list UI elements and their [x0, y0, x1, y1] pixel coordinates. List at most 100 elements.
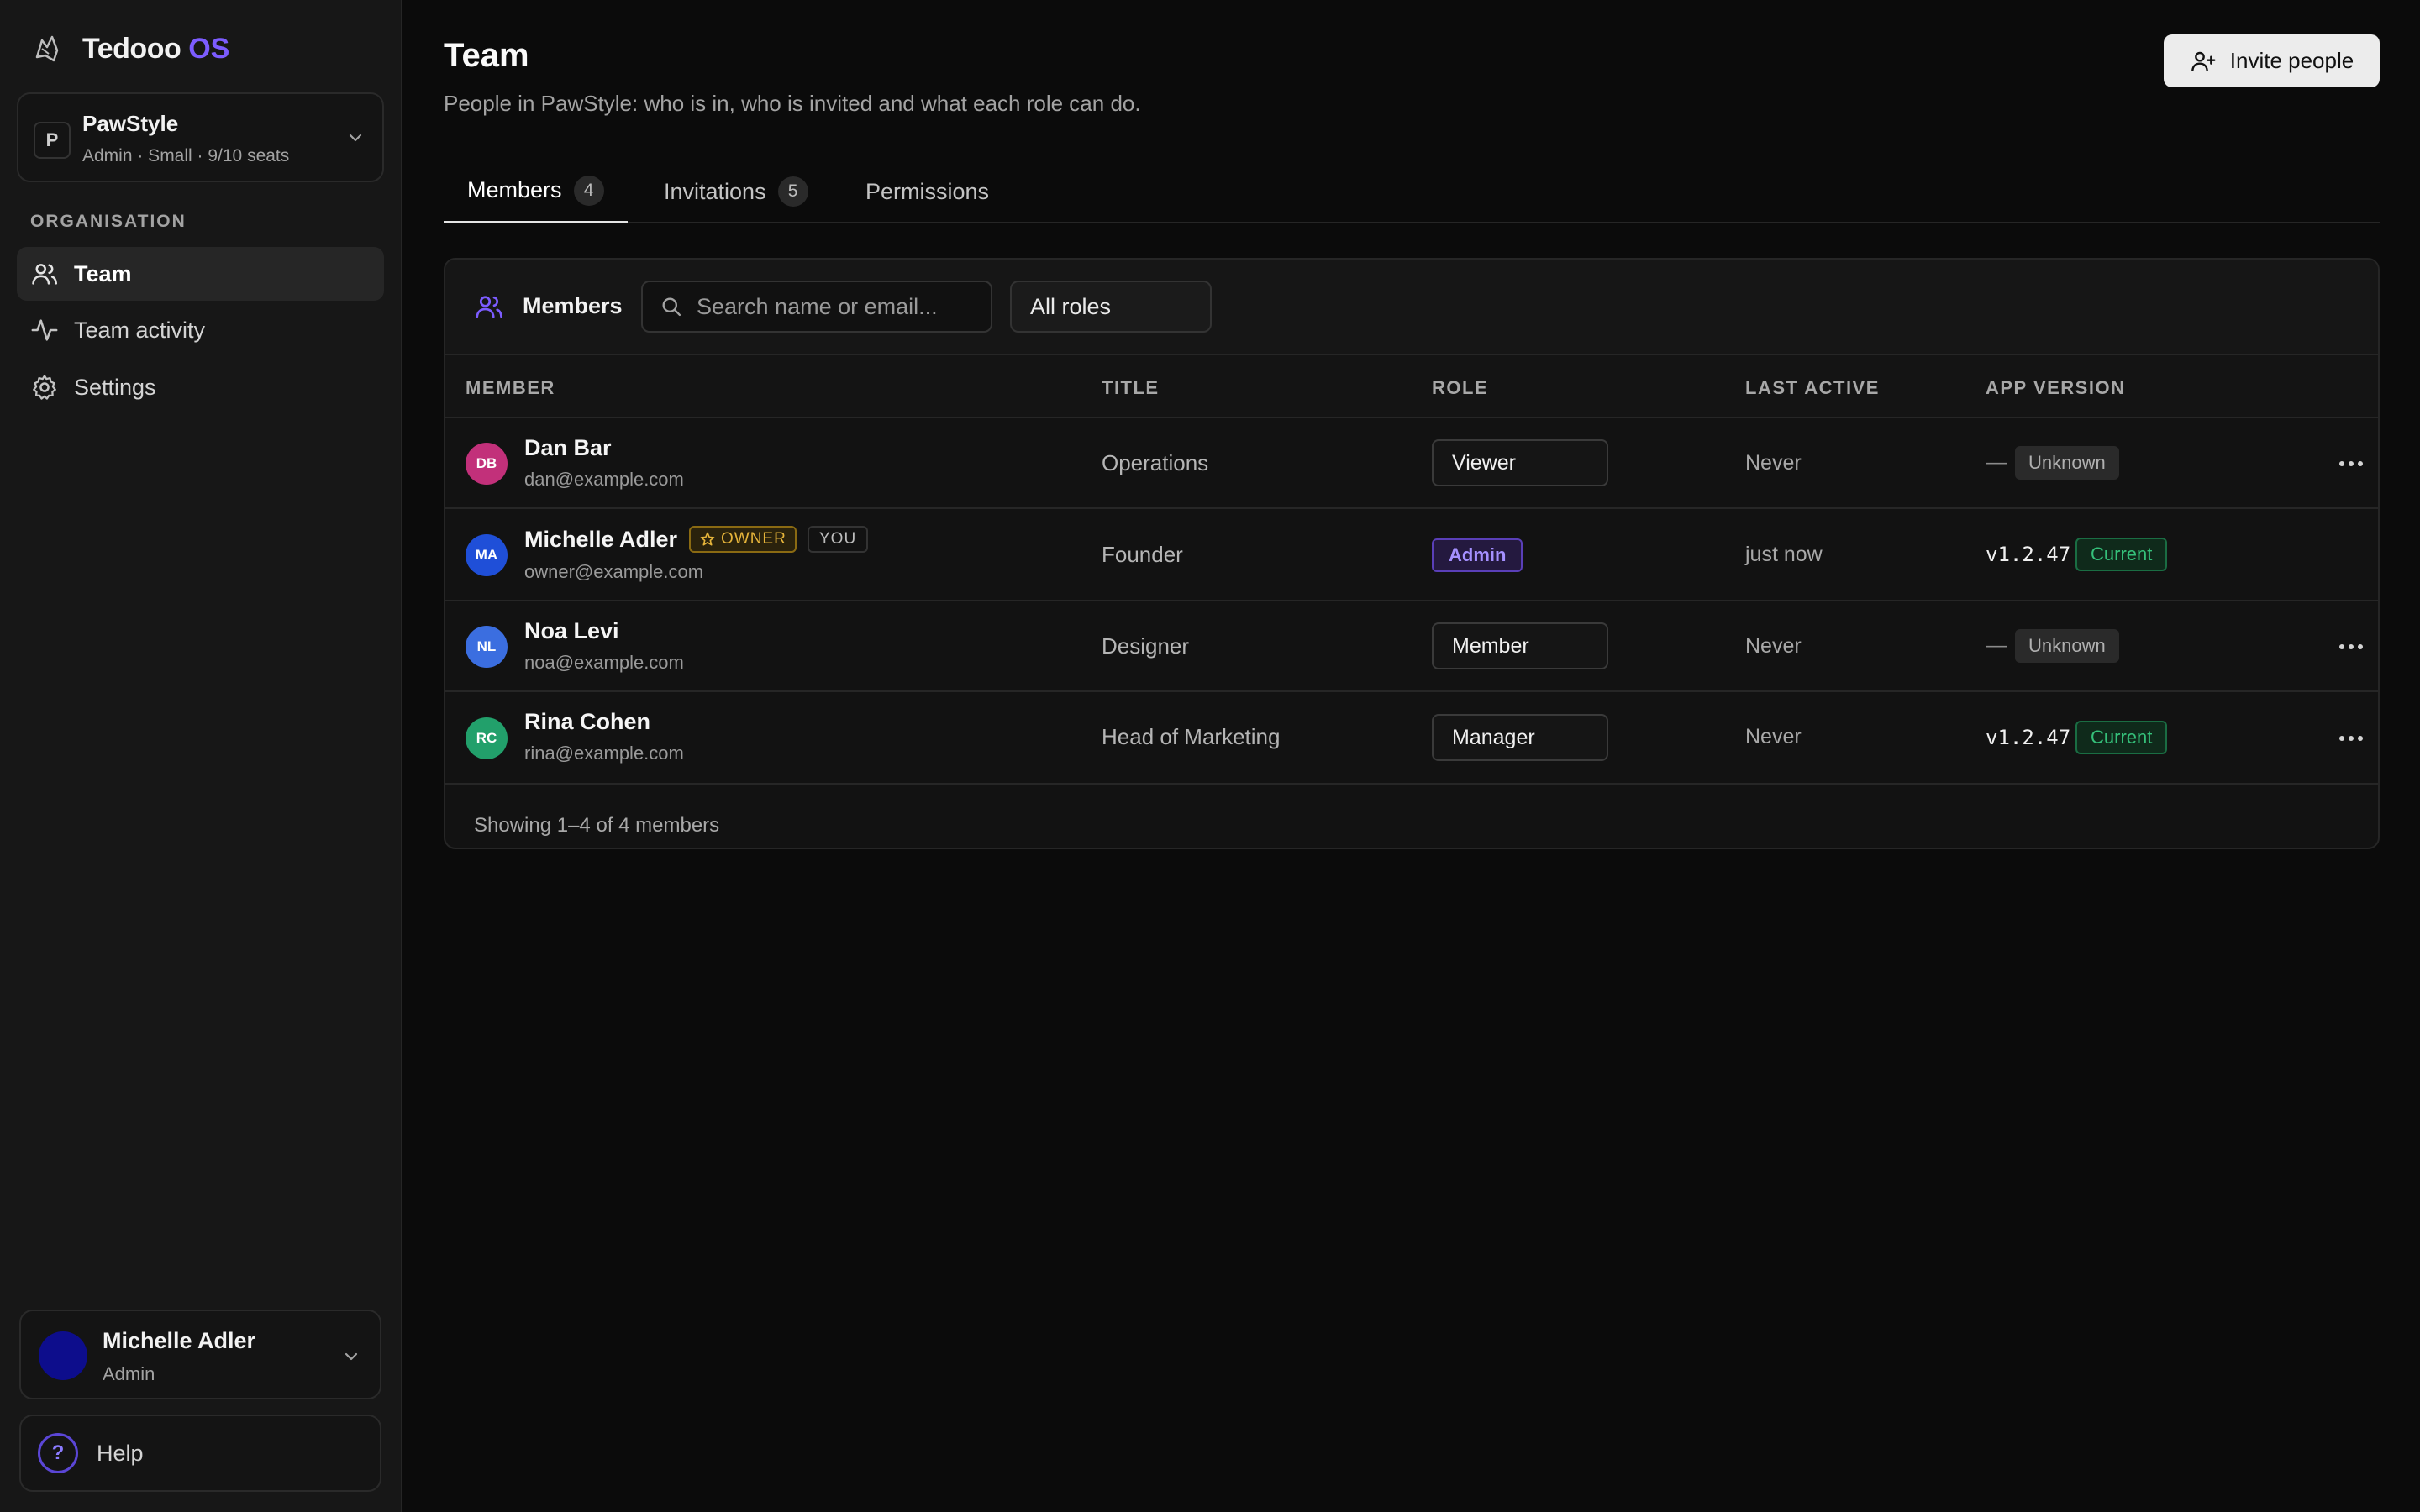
- help-label: Help: [97, 1440, 144, 1466]
- page-subtitle: People in PawStyle: who is in, who is in…: [444, 91, 1141, 116]
- invite-people-button[interactable]: Invite people: [2164, 34, 2380, 87]
- brand-suffix: OS: [188, 32, 230, 65]
- sidebar-item-team[interactable]: Team: [17, 247, 384, 301]
- owner-badge-label: OWNER: [721, 530, 786, 548]
- table-row[interactable]: DB Dan Bar dan@example.com Operations Vi…: [445, 418, 2378, 509]
- row-actions-button[interactable]: [2334, 722, 2368, 755]
- sidebar: Tedooo OS P PawStyle Admin · Small · 9/1…: [0, 0, 402, 1512]
- member-email: rina@example.com: [524, 743, 684, 764]
- member-title: Designer: [1102, 633, 1190, 659]
- sidebar-item-settings[interactable]: Settings: [17, 360, 384, 414]
- chevron-down-icon: [349, 134, 362, 142]
- user-menu[interactable]: Michelle Adler Admin: [19, 1310, 381, 1399]
- avatar: [39, 1331, 87, 1380]
- more-horizontal-icon: [2339, 736, 2363, 741]
- you-badge: YOU: [808, 526, 869, 553]
- last-active: Never: [1745, 451, 1802, 475]
- org-letter-avatar: P: [34, 122, 71, 159]
- members-toolbar: Members All roles: [445, 260, 2378, 355]
- table-row[interactable]: NL Noa Levi noa@example.com Designer Mem…: [445, 601, 2378, 692]
- version-status-badge: Unknown: [2015, 446, 2119, 480]
- member-name: Rina Cohen: [524, 709, 651, 734]
- search-icon: [662, 297, 681, 317]
- members-card: Members All roles MEMBER TITLE ROLE LAST…: [444, 258, 2380, 849]
- tab-count: 5: [777, 176, 808, 207]
- org-name: PawStyle: [82, 111, 179, 136]
- org-switcher[interactable]: P PawStyle Admin · Small · 9/10 seats: [17, 92, 384, 182]
- role-select[interactable]: Viewer: [1432, 439, 1608, 486]
- role-filter-select[interactable]: All roles: [1010, 281, 1212, 333]
- member-name: Dan Bar: [524, 435, 612, 460]
- section-label-organisation: ORGANISATION: [30, 212, 187, 231]
- tab-count: 4: [573, 175, 604, 206]
- table-row[interactable]: RC Rina Cohen rina@example.com Head of M…: [445, 692, 2378, 785]
- last-active: Never: [1745, 725, 1802, 748]
- users-icon: [476, 296, 502, 318]
- member-name: Noa Levi: [524, 618, 619, 643]
- chevron-down-icon: [345, 1352, 358, 1361]
- role-select[interactable]: Manager: [1432, 714, 1608, 761]
- member-title: Head of Marketing: [1102, 724, 1281, 749]
- version-dash: —: [1986, 633, 2007, 657]
- member-title: Operations: [1102, 450, 1209, 475]
- version-status-badge: Current: [2075, 721, 2168, 754]
- owner-badge: OWNER: [689, 526, 797, 553]
- members-heading: Members: [523, 293, 623, 318]
- more-horizontal-icon: [2339, 461, 2363, 466]
- column-header-title[interactable]: TITLE: [1102, 377, 1160, 399]
- pagination-summary: Showing 1–4 of 4 members: [474, 814, 720, 837]
- brand-name: Tedooo: [82, 32, 182, 65]
- version-status-badge: Current: [2075, 538, 2168, 571]
- search-box: [641, 281, 992, 333]
- user-name: Michelle Adler: [103, 1328, 256, 1353]
- avatar: RC: [466, 717, 508, 759]
- org-details: Admin · Small · 9/10 seats: [82, 146, 290, 165]
- avatar: DB: [466, 443, 508, 485]
- role-badge-admin: Admin: [1432, 538, 1523, 572]
- version-status-badge: Unknown: [2015, 629, 2119, 663]
- member-email: noa@example.com: [524, 652, 684, 673]
- more-horizontal-icon: [2339, 644, 2363, 649]
- app-version: v1.2.47: [1986, 543, 2071, 566]
- user-role: Admin: [103, 1363, 155, 1384]
- tab-invitations[interactable]: Invitations 5: [640, 160, 832, 223]
- activity-icon: [31, 319, 58, 341]
- member-email: dan@example.com: [524, 469, 684, 490]
- last-active: Never: [1745, 634, 1802, 658]
- row-actions-button[interactable]: [2334, 630, 2368, 664]
- tab-permissions[interactable]: Permissions: [842, 160, 1013, 223]
- column-header-app-version[interactable]: APP VERSION: [1986, 377, 2125, 399]
- help-button[interactable]: ? Help: [19, 1415, 381, 1492]
- help-icon: ?: [38, 1433, 78, 1473]
- tab-label: Invitations: [664, 178, 766, 204]
- star-icon: [700, 532, 715, 546]
- search-input[interactable]: [697, 293, 982, 320]
- table-row[interactable]: MA Michelle Adler OWNER YOU owner@exampl…: [445, 509, 2378, 601]
- invite-people-label: Invite people: [2229, 48, 2354, 73]
- role-select[interactable]: Member: [1432, 622, 1608, 669]
- table-header: MEMBER TITLE ROLE LAST ACTIVE APP VERSIO…: [445, 355, 2378, 418]
- tab-label: Permissions: [865, 178, 990, 204]
- avatar: NL: [466, 626, 508, 668]
- app-version: v1.2.47: [1986, 726, 2071, 749]
- users-icon: [32, 264, 58, 285]
- last-active: just now: [1745, 543, 1823, 566]
- user-plus-icon: [2191, 51, 2216, 71]
- tabs: Members 4 Invitations 5 Permissions: [444, 160, 2380, 223]
- gear-icon: [33, 375, 56, 400]
- member-name: Michelle Adler: [524, 527, 678, 552]
- column-header-last-active[interactable]: LAST ACTIVE: [1745, 377, 1880, 399]
- sidebar-item-label: Team: [74, 260, 132, 286]
- avatar: MA: [466, 534, 508, 576]
- brand[interactable]: Tedooo OS: [30, 30, 229, 67]
- member-email: owner@example.com: [524, 561, 704, 582]
- row-actions-button[interactable]: [2334, 447, 2368, 480]
- sidebar-item-label: Settings: [74, 374, 156, 400]
- column-header-role[interactable]: ROLE: [1432, 377, 1488, 399]
- tab-label: Members: [467, 177, 562, 202]
- page-title: Team: [444, 37, 529, 74]
- sidebar-item-label: Team activity: [74, 317, 206, 343]
- tab-members[interactable]: Members 4: [444, 160, 628, 223]
- column-header-member[interactable]: MEMBER: [466, 377, 555, 399]
- sidebar-item-team-activity[interactable]: Team activity: [17, 303, 384, 357]
